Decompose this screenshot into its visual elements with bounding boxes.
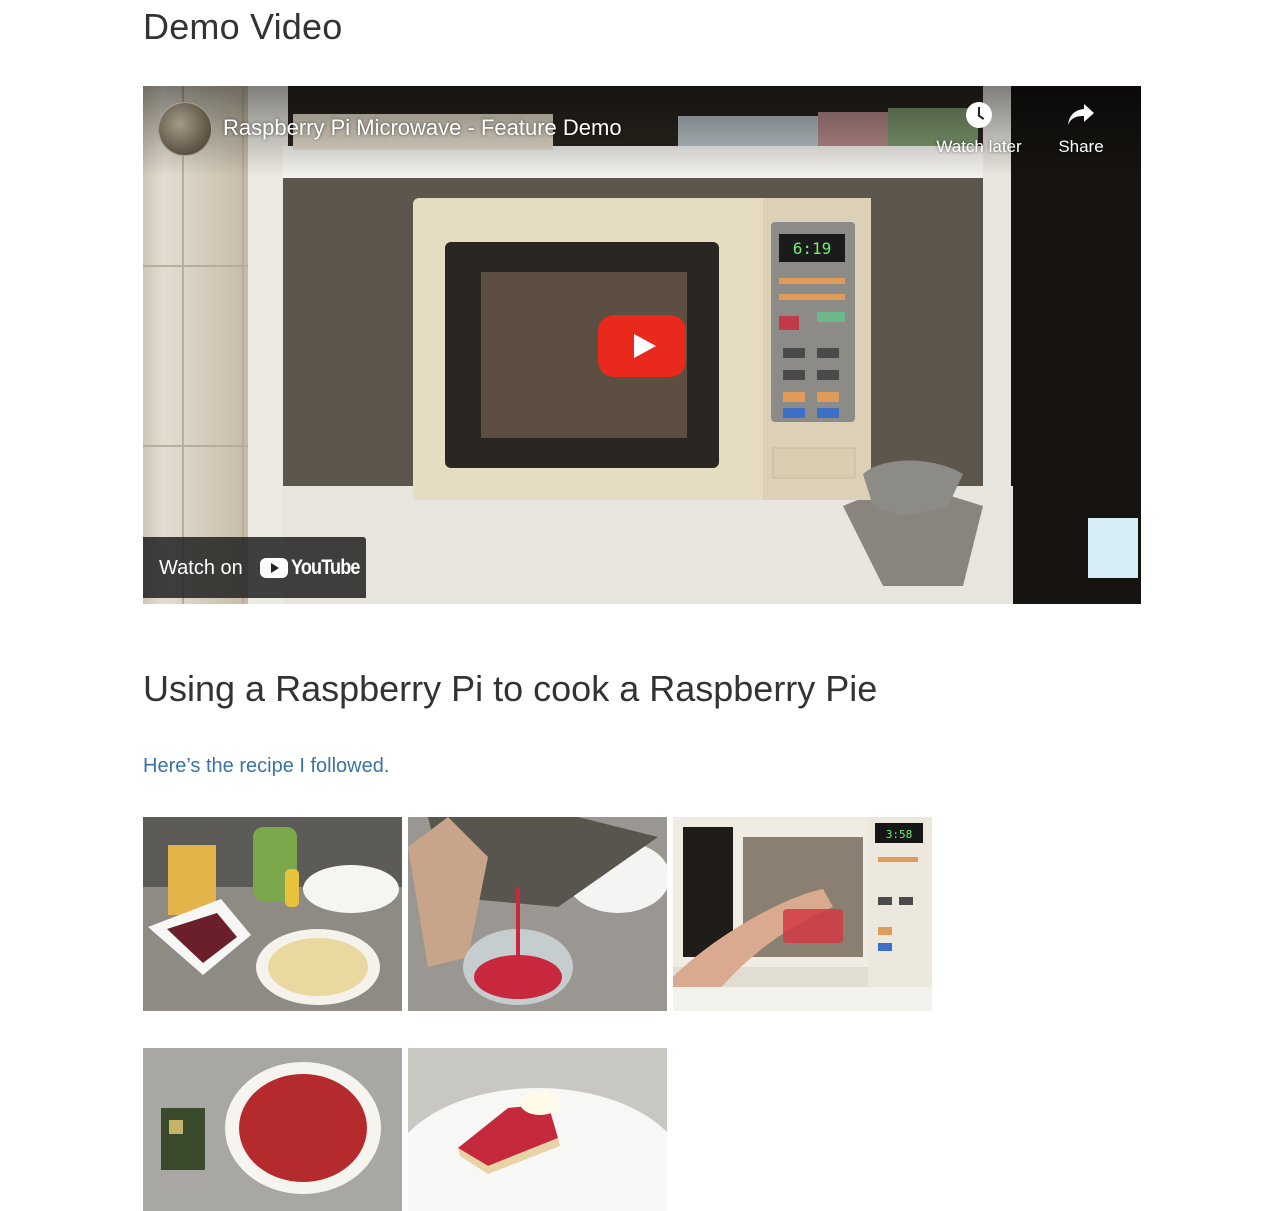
watch-on-label: Watch on <box>159 557 243 579</box>
youtube-play-icon <box>260 558 288 578</box>
recipe-link[interactable]: Here’s the recipe I followed. <box>143 755 389 778</box>
gallery-image-pouring-mixture[interactable] <box>408 817 667 1011</box>
play-button[interactable] <box>598 315 686 377</box>
clock-icon <box>966 102 992 128</box>
recipe-heading: Using a Raspberry Pi to cook a Raspberry… <box>143 668 878 709</box>
youtube-logo: YouTube <box>260 556 371 579</box>
gallery-image-pie-slice[interactable] <box>408 1048 667 1211</box>
share-arrow-icon <box>1068 104 1094 125</box>
watch-later-button[interactable]: Watch later <box>929 102 1029 157</box>
demo-video-heading: Demo Video <box>143 6 343 47</box>
microwave-clock-text: 6:19 <box>793 239 832 258</box>
gallery-image-ingredients[interactable] <box>143 817 402 1011</box>
gallery-image-into-microwave[interactable]: 3:58 <box>673 817 932 1011</box>
gallery-image-pie-and-raspberry-pi[interactable] <box>143 1048 402 1211</box>
youtube-wordmark: YouTube <box>291 556 360 579</box>
gallery-microwave-clock-text: 3:58 <box>886 828 913 841</box>
video-title[interactable]: Raspberry Pi Microwave - Feature Demo <box>223 115 622 141</box>
watch-later-label: Watch later <box>936 137 1022 156</box>
share-button[interactable]: Share <box>1045 102 1117 157</box>
embedded-video-player[interactable]: 6:19 Raspberry Pi Microwave - Feature De… <box>143 86 1141 604</box>
share-label: Share <box>1058 137 1104 156</box>
channel-avatar[interactable] <box>158 102 212 156</box>
watch-on-youtube-button[interactable]: Watch on YouTube <box>143 537 366 598</box>
